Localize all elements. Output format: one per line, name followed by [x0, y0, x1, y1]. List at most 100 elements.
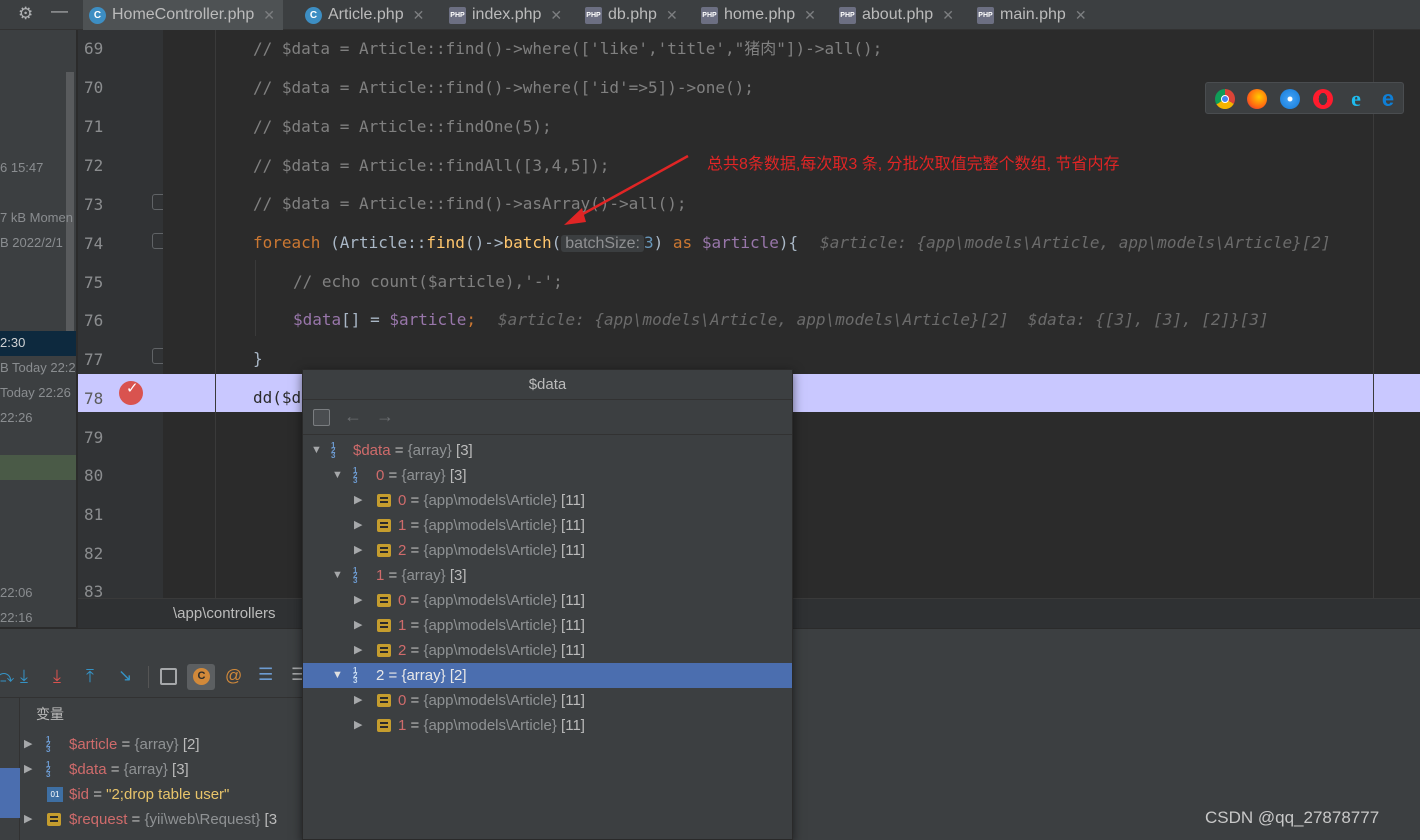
expand-icon[interactable]: ▶: [354, 638, 362, 663]
tree-row[interactable]: ▼ 123 0 = {array} [3]: [303, 463, 792, 488]
gear-icon[interactable]: ⚙: [18, 4, 33, 24]
file-meta: B Today 22:2: [0, 360, 76, 375]
tree-row-data[interactable]: ▼ 123 $data = {array} [3]: [303, 438, 792, 463]
keyword: foreach: [253, 233, 321, 252]
inline-debug-value: $article: {app\models\Article, app\model…: [498, 310, 1269, 329]
collapse-icon[interactable]: ▼: [332, 563, 343, 588]
expand-icon[interactable]: ▶: [354, 538, 362, 563]
watch-icon[interactable]: [313, 409, 330, 426]
line-number: 69: [84, 39, 104, 58]
back-arrow-icon[interactable]: ←: [344, 406, 362, 427]
php-file-icon: PHP: [977, 6, 994, 24]
collapse-icon[interactable]: ▼: [332, 463, 343, 488]
tree-row[interactable]: ▶ 1 = {app\models\Article} [11]: [303, 513, 792, 538]
scrollbar[interactable]: [66, 72, 74, 342]
code-line-71: // $data = Article::findOne(5);: [253, 117, 552, 136]
list-icon[interactable]: ☰: [258, 665, 273, 685]
watermark: CSDN @qq_27878777: [1205, 808, 1380, 827]
collapse-icon[interactable]: ▼: [311, 438, 322, 463]
tree-row[interactable]: ▶ 1 = {app\models\Article} [11]: [303, 713, 792, 738]
collapse-icon[interactable]: ▼: [332, 663, 343, 688]
ie-icon[interactable]: e: [1346, 88, 1366, 110]
tree-row[interactable]: ▶ 1 = {app\models\Article} [11]: [303, 613, 792, 638]
step-over-icon[interactable]: ⤼: [0, 667, 14, 687]
close-icon[interactable]: ✕: [263, 7, 275, 24]
tab-home[interactable]: PHP home.php ✕: [701, 0, 816, 30]
tab-db[interactable]: PHP db.php ✕: [585, 0, 678, 30]
expand-icon[interactable]: ▶: [354, 488, 362, 513]
code-text: (: [551, 233, 562, 252]
tree-row[interactable]: ▶ 2 = {app\models\Article} [11]: [303, 638, 792, 663]
line-number: 77: [84, 350, 104, 369]
expand-icon[interactable]: ▶: [24, 807, 32, 832]
tab-homecontroller[interactable]: C HomeController.php ✕: [83, 0, 284, 30]
class-toggle-button[interactable]: C: [187, 664, 215, 690]
safari-icon[interactable]: [1280, 89, 1300, 109]
tab-index[interactable]: PHP index.php ✕: [449, 0, 562, 30]
tab-label: HomeController.php: [112, 6, 255, 23]
tab-article[interactable]: C Article.php ✕: [305, 0, 424, 30]
opera-icon[interactable]: [1313, 89, 1333, 109]
arrow-line: [571, 154, 689, 222]
parameter-hint: batchSize:: [561, 235, 644, 252]
tree-row-selected[interactable]: ▼ 123 2 = {array} [2]: [303, 663, 792, 688]
tab-main[interactable]: PHP main.php ✕: [977, 0, 1087, 30]
step-into-icon[interactable]: ⤓: [20, 666, 28, 687]
tree-row[interactable]: ▶ 0 = {app\models\Article} [11]: [303, 588, 792, 613]
object-icon: [377, 644, 391, 657]
check-icon: ✓: [126, 380, 139, 397]
at-icon[interactable]: @: [225, 666, 242, 686]
file-meta: 6 15:47: [0, 160, 44, 175]
tab-about[interactable]: PHP about.php ✕: [839, 0, 954, 30]
object-icon: [377, 694, 391, 707]
array-icon: 123: [353, 666, 358, 685]
expand-icon[interactable]: ▶: [24, 732, 32, 757]
close-icon[interactable]: ✕: [666, 7, 678, 24]
object-icon: [377, 619, 391, 632]
expand-icon[interactable]: ▶: [354, 588, 362, 613]
tab-label: db.php: [608, 6, 657, 23]
object-icon: [377, 494, 391, 507]
expand-icon[interactable]: ▶: [354, 713, 362, 738]
tree-row[interactable]: ▶ 2 = {app\models\Article} [11]: [303, 538, 792, 563]
tree-row[interactable]: ▼ 123 1 = {array} [3]: [303, 563, 792, 588]
chrome-icon[interactable]: [1215, 89, 1235, 109]
code-line-78: dd($d: [253, 388, 302, 407]
force-step-into-icon[interactable]: ⤓: [53, 666, 61, 687]
expand-icon[interactable]: ▶: [354, 513, 362, 538]
close-icon[interactable]: ✕: [550, 7, 562, 24]
tree-row[interactable]: ▶ 0 = {app\models\Article} [11]: [303, 688, 792, 713]
close-icon[interactable]: ✕: [1075, 7, 1087, 24]
close-icon[interactable]: ✕: [804, 7, 816, 24]
expand-icon[interactable]: ▶: [354, 688, 362, 713]
variables-header: 变量: [36, 706, 64, 722]
breakpoint-icon[interactable]: ✓: [119, 380, 143, 405]
close-icon[interactable]: ✕: [942, 7, 954, 24]
code-text: (Article::: [320, 233, 427, 252]
method-name: batch: [503, 233, 552, 252]
expand-icon[interactable]: ▶: [24, 757, 32, 782]
step-out-icon[interactable]: ⤒: [86, 666, 94, 687]
breadcrumb-path[interactable]: \app\controllers: [173, 605, 276, 622]
tab-label: index.php: [472, 6, 542, 23]
firefox-icon[interactable]: [1247, 89, 1267, 109]
run-to-cursor-icon[interactable]: ↘: [118, 666, 132, 686]
tab-label: about.php: [862, 6, 934, 23]
php-file-icon: PHP: [449, 6, 466, 24]
code-line-72: // $data = Article::findAll([3,4,5]);: [253, 156, 610, 175]
variable: $data: [293, 310, 342, 329]
line-number: 73: [84, 195, 104, 214]
variable-inspector-popup[interactable]: $data ← → ▼ 123 $data = {array} [3] ▼ 12…: [302, 369, 793, 840]
close-icon[interactable]: ✕: [413, 7, 425, 24]
forward-arrow-icon[interactable]: →: [376, 406, 394, 427]
tree-row[interactable]: ▶ 0 = {app\models\Article} [11]: [303, 488, 792, 513]
line-number: 75: [84, 273, 104, 292]
class-file-icon: C: [305, 6, 322, 24]
code-line-69: // $data = Article::find()->where(['like…: [253, 39, 883, 58]
expand-icon[interactable]: ▶: [354, 613, 362, 638]
edge-icon[interactable]: e: [1378, 88, 1398, 110]
minimize-icon[interactable]: —: [51, 1, 68, 21]
line-number: 80: [84, 466, 104, 485]
evaluate-icon[interactable]: [160, 668, 177, 685]
line-number: 74: [84, 234, 104, 253]
